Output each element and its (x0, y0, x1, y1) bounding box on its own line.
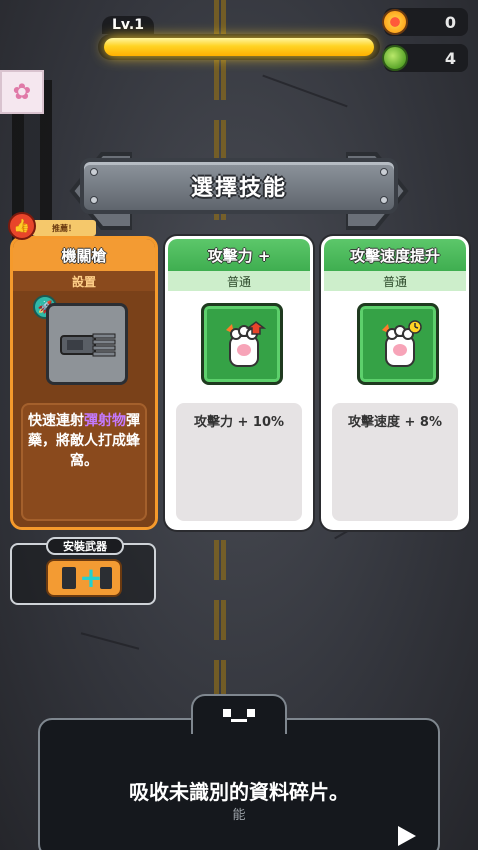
thumbs-up-icon: 👍 (8, 212, 36, 240)
card-title: 攻擊速度提升 (324, 239, 466, 271)
card-title: 攻擊力 + (168, 239, 310, 271)
card-body: 🚀 快速連射彈射物彈藥，將敵人打成蜂窩。 (13, 291, 155, 527)
level-progress: Lv.1 (98, 12, 380, 62)
coin-icon (382, 9, 408, 35)
gatling-gun-icon (60, 333, 116, 357)
card-category: 普通 (168, 271, 310, 291)
paw-attack-up-icon (226, 321, 266, 367)
bolt-icon (90, 168, 98, 176)
card-description: 快速連射彈射物彈藥，將敵人打成蜂窩。 (21, 403, 147, 521)
dialog-box[interactable]: 吸收未識別的資料碎片。 能 (38, 718, 440, 850)
dialog-robot-tab (191, 694, 287, 734)
dialog-text: 吸收未識別的資料碎片。 (129, 780, 349, 804)
install-weapon-button[interactable]: 安裝武器 + (10, 537, 156, 605)
play-arrow-icon[interactable] (394, 824, 418, 848)
gem-count: 4 (444, 48, 456, 68)
page-title: 選擇技能 (190, 176, 287, 201)
coin-count: 0 (444, 12, 456, 32)
card-body: 攻擊力 + 10% (168, 291, 310, 527)
skill-card-attack-speed[interactable]: 攻擊速度提升 普通 攻擊速度 + 8% (321, 236, 469, 530)
skill-card-attack-up[interactable]: 攻擊力 + 普通 攻擊力 + 10% (165, 236, 313, 530)
zombie-head-icon (382, 45, 408, 71)
skill-icon-box (201, 303, 283, 385)
skill-icon-box (46, 303, 128, 385)
robot-face-icon (223, 709, 255, 722)
card-description: 攻擊力 + 10% (176, 403, 302, 521)
paw-speed-icon (382, 320, 422, 367)
bolt-icon (380, 168, 388, 176)
xp-bar (98, 34, 380, 60)
title-plaque: 選擇技能 (80, 158, 398, 214)
coin-counter: 0 (382, 8, 468, 36)
card-title: 機關槍 (13, 239, 155, 271)
card-body: 攻擊速度 + 8% (324, 291, 466, 527)
card-description: 攻擊速度 + 8% (332, 403, 458, 521)
dialog-subtext: 能 (232, 808, 246, 823)
bolt-icon (90, 196, 98, 204)
skill-icon-box (357, 303, 439, 385)
bolt-icon (380, 196, 388, 204)
card-category: 普通 (324, 271, 466, 291)
skill-card-machine-gun[interactable]: 機關槍 設置 🚀 快速連射彈射物彈藥，將敵人打成蜂窩。 (10, 236, 158, 530)
highlight-keyword: 彈射物 (84, 413, 126, 429)
xp-bar-fill (104, 38, 374, 56)
car-plus-icon: + (46, 559, 122, 597)
plus-icon: + (79, 561, 103, 594)
gem-counter: 4 (382, 44, 468, 72)
install-weapon-label: 安裝武器 (46, 537, 124, 555)
avatar[interactable]: ✿ (0, 70, 44, 114)
level-label: Lv.1 (102, 16, 154, 34)
card-category: 設置 (13, 271, 155, 291)
recommend-tag: 推薦！ (32, 220, 96, 236)
